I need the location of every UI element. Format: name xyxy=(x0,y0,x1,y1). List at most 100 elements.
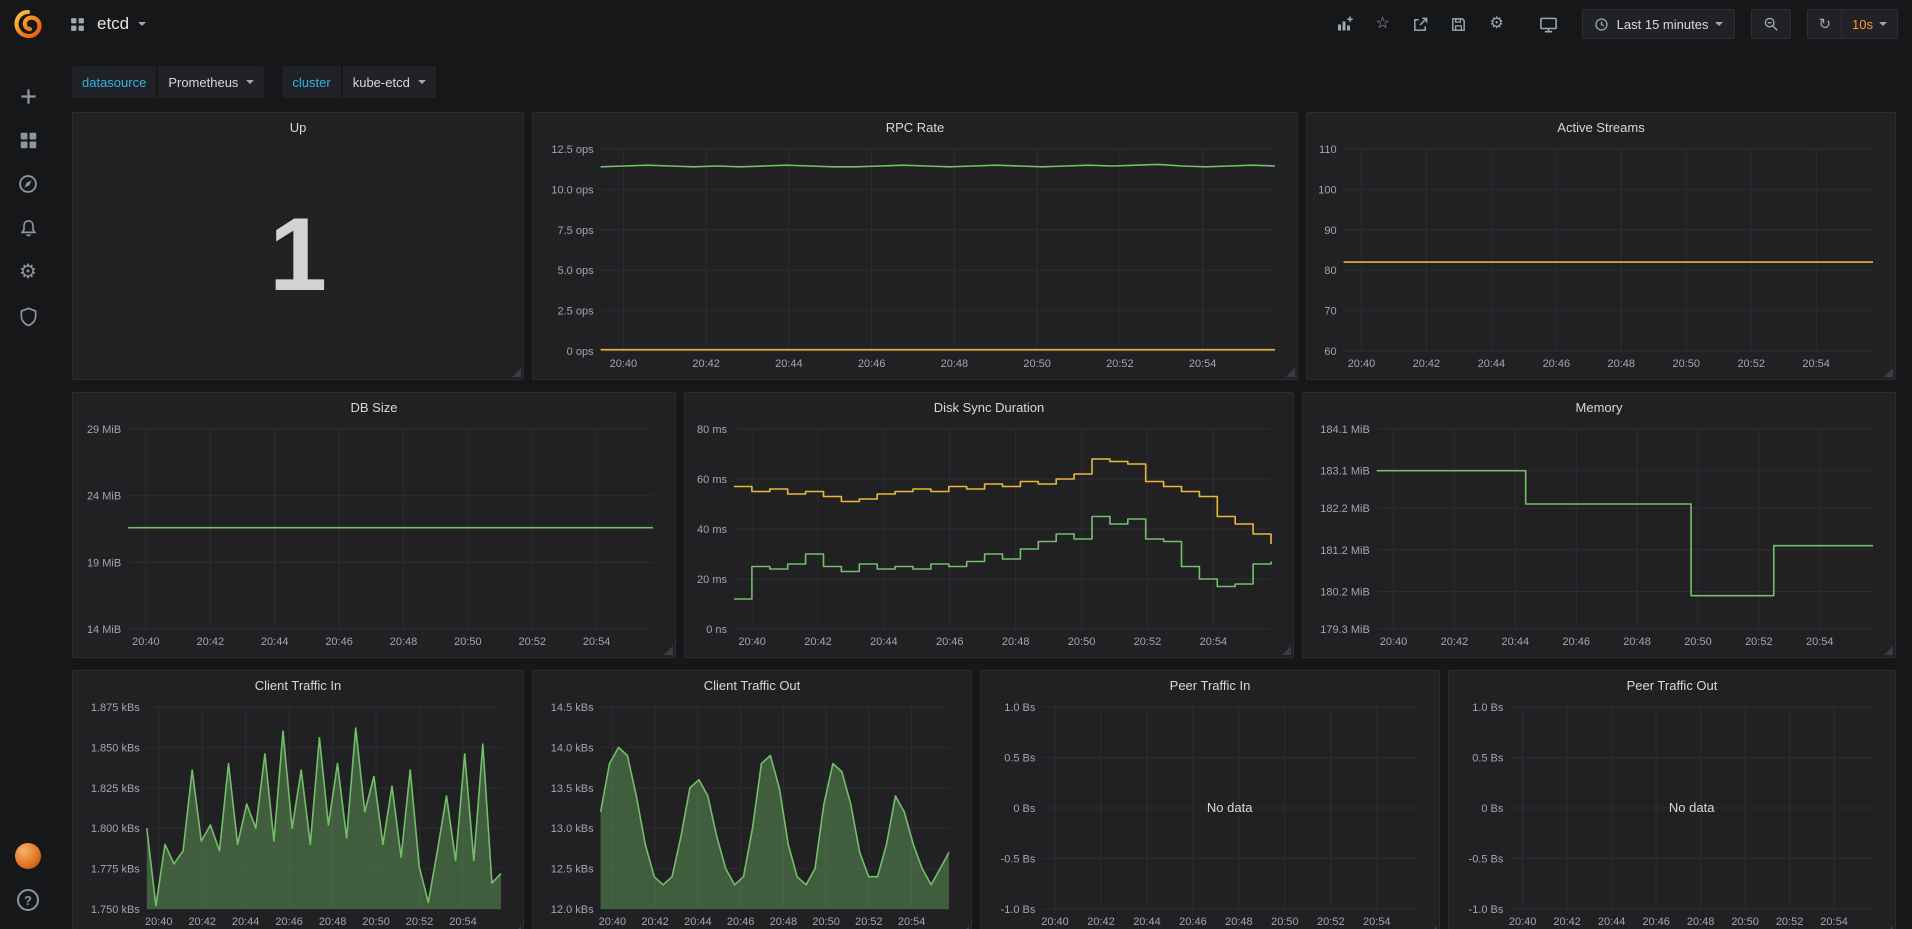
svg-text:20:48: 20:48 xyxy=(390,636,418,648)
svg-text:20:50: 20:50 xyxy=(1684,636,1712,648)
panel-resize-handle[interactable] xyxy=(1282,646,1291,655)
share-button[interactable] xyxy=(1410,13,1432,35)
panel-title-up[interactable]: Up xyxy=(73,113,523,141)
variable-cluster: cluster kube-etcd xyxy=(282,66,435,98)
active-streams-chart[interactable]: 20:4020:4220:4420:4620:4820:5020:5220:54… xyxy=(1311,141,1889,375)
zoom-out-icon xyxy=(1763,16,1779,32)
add-panel-button[interactable] xyxy=(1334,13,1356,35)
svg-text:20:54: 20:54 xyxy=(449,916,477,928)
panel-memory: Memory 20:4020:4220:4420:4620:4820:5020:… xyxy=(1302,392,1896,658)
svg-text:20:42: 20:42 xyxy=(1553,916,1581,928)
sidebar-item-create[interactable] xyxy=(16,84,40,108)
sidebar-item-configuration[interactable]: ⚙ xyxy=(16,260,40,284)
panel-row-2: DB Size 20:4020:4220:4420:4620:4820:5020… xyxy=(72,392,1896,658)
refresh-interval-button[interactable]: 10s xyxy=(1841,10,1897,38)
client-traffic-in-chart[interactable]: 20:4020:4220:4420:4620:4820:5020:5220:54… xyxy=(77,699,517,929)
svg-text:-0.5 Bs: -0.5 Bs xyxy=(1001,854,1036,866)
panel-title-peer-traffic-out[interactable]: Peer Traffic Out xyxy=(1449,671,1895,699)
refresh-interval-label: 10s xyxy=(1852,17,1873,32)
cycle-view-mode-button[interactable] xyxy=(1538,13,1560,35)
svg-text:20:50: 20:50 xyxy=(1023,358,1051,370)
panel-resize-handle[interactable] xyxy=(1884,368,1893,377)
svg-text:80: 80 xyxy=(1324,265,1336,277)
svg-text:1.0 Bs: 1.0 Bs xyxy=(1472,702,1504,714)
star-button[interactable]: ☆ xyxy=(1372,13,1394,35)
svg-text:20:42: 20:42 xyxy=(641,916,669,928)
svg-text:20:46: 20:46 xyxy=(858,358,886,370)
panel-peer-traffic-in: Peer Traffic In 20:4020:4220:4420:4620:4… xyxy=(980,670,1440,929)
user-avatar[interactable] xyxy=(15,843,41,869)
svg-text:20:52: 20:52 xyxy=(1745,636,1773,648)
panel-title-client-traffic-out[interactable]: Client Traffic Out xyxy=(533,671,971,699)
rpc-rate-chart[interactable]: 20:4020:4220:4420:4620:4820:5020:5220:54… xyxy=(537,141,1291,375)
panel-title-active-streams[interactable]: Active Streams xyxy=(1307,113,1895,141)
panel-title-disk-sync-duration[interactable]: Disk Sync Duration xyxy=(685,393,1293,421)
svg-text:20:52: 20:52 xyxy=(518,636,546,648)
svg-text:2.5 ops: 2.5 ops xyxy=(558,306,595,318)
svg-text:20:50: 20:50 xyxy=(454,636,482,648)
svg-text:20:40: 20:40 xyxy=(599,916,627,928)
svg-text:20:42: 20:42 xyxy=(1413,358,1441,370)
panel-title-client-traffic-in[interactable]: Client Traffic In xyxy=(73,671,523,699)
svg-text:20:46: 20:46 xyxy=(275,916,303,928)
peer-traffic-out-chart[interactable]: 20:4020:4220:4420:4620:4820:5020:5220:54… xyxy=(1453,699,1889,929)
svg-text:20:42: 20:42 xyxy=(1441,636,1469,648)
grafana-logo[interactable] xyxy=(0,10,56,38)
panel-title-rpc-rate[interactable]: RPC Rate xyxy=(533,113,1297,141)
svg-text:0.5 Bs: 0.5 Bs xyxy=(1004,753,1036,765)
svg-text:20:40: 20:40 xyxy=(145,916,173,928)
sidebar-item-alerting[interactable] xyxy=(16,216,40,240)
svg-text:10.0 ops: 10.0 ops xyxy=(551,184,594,196)
svg-text:1.775 kBs: 1.775 kBs xyxy=(91,864,140,876)
svg-text:20:40: 20:40 xyxy=(1509,916,1537,928)
refresh-picker: ↻ 10s xyxy=(1807,9,1898,39)
svg-text:20:40: 20:40 xyxy=(738,636,766,648)
memory-chart[interactable]: 20:4020:4220:4420:4620:4820:5020:5220:54… xyxy=(1307,421,1889,653)
zoom-out-button[interactable] xyxy=(1751,9,1791,39)
sidebar-item-help[interactable]: ? xyxy=(17,889,39,911)
chevron-down-icon xyxy=(1879,22,1887,26)
svg-text:179.3 MiB: 179.3 MiB xyxy=(1320,624,1370,636)
panel-rpc-rate: RPC Rate 20:4020:4220:4420:4620:4820:502… xyxy=(532,112,1298,380)
refresh-button[interactable]: ↻ xyxy=(1808,10,1841,38)
svg-text:20:54: 20:54 xyxy=(1820,916,1848,928)
svg-text:20:48: 20:48 xyxy=(941,358,969,370)
svg-text:20:40: 20:40 xyxy=(1380,636,1408,648)
svg-text:20:50: 20:50 xyxy=(362,916,390,928)
panel-resize-handle[interactable] xyxy=(1286,368,1295,377)
variable-cluster-value[interactable]: kube-etcd xyxy=(343,66,436,98)
disk-sync-duration-chart[interactable]: 20:4020:4220:4420:4620:4820:5020:5220:54… xyxy=(689,421,1287,653)
chevron-down-icon xyxy=(138,22,146,26)
panel-resize-handle[interactable] xyxy=(1884,646,1893,655)
peer-traffic-in-chart[interactable]: 20:4020:4220:4420:4620:4820:5020:5220:54… xyxy=(985,699,1433,929)
sidebar-item-explore[interactable] xyxy=(16,172,40,196)
panel-title-peer-traffic-in[interactable]: Peer Traffic In xyxy=(981,671,1439,699)
svg-text:14.0 kBs: 14.0 kBs xyxy=(551,742,594,754)
db-size-chart[interactable]: 20:4020:4220:4420:4620:4820:5020:5220:54… xyxy=(77,421,669,653)
panel-title-db-size[interactable]: DB Size xyxy=(73,393,675,421)
navbar-actions: ☆ ⚙ xyxy=(1334,9,1912,39)
time-range-picker[interactable]: Last 15 minutes xyxy=(1582,9,1736,39)
svg-text:100: 100 xyxy=(1318,184,1336,196)
svg-text:1.825 kBs: 1.825 kBs xyxy=(91,783,140,795)
svg-text:29 MiB: 29 MiB xyxy=(87,424,121,436)
svg-text:20:52: 20:52 xyxy=(1134,636,1162,648)
variable-datasource-value[interactable]: Prometheus xyxy=(158,66,264,98)
panel-resize-handle[interactable] xyxy=(512,368,521,377)
panel-client-traffic-in: Client Traffic In 20:4020:4220:4420:4620… xyxy=(72,670,524,929)
svg-text:184.1 MiB: 184.1 MiB xyxy=(1320,424,1370,436)
svg-text:20:48: 20:48 xyxy=(1687,916,1715,928)
panel-resize-handle[interactable] xyxy=(664,646,673,655)
dashboard-title-button[interactable]: etcd xyxy=(56,13,156,35)
client-traffic-out-chart[interactable]: 20:4020:4220:4420:4620:4820:5020:5220:54… xyxy=(537,699,965,929)
svg-text:13.5 kBs: 13.5 kBs xyxy=(551,783,594,795)
svg-text:13.0 kBs: 13.0 kBs xyxy=(551,823,594,835)
sidebar-item-dashboards[interactable] xyxy=(16,128,40,152)
svg-text:20:44: 20:44 xyxy=(261,636,289,648)
svg-text:20:54: 20:54 xyxy=(1363,916,1391,928)
dashboard-title: etcd xyxy=(97,14,129,34)
save-button[interactable] xyxy=(1448,13,1470,35)
panel-title-memory[interactable]: Memory xyxy=(1303,393,1895,421)
sidebar-item-server-admin[interactable] xyxy=(16,304,40,328)
dashboard-settings-button[interactable]: ⚙ xyxy=(1486,13,1508,35)
